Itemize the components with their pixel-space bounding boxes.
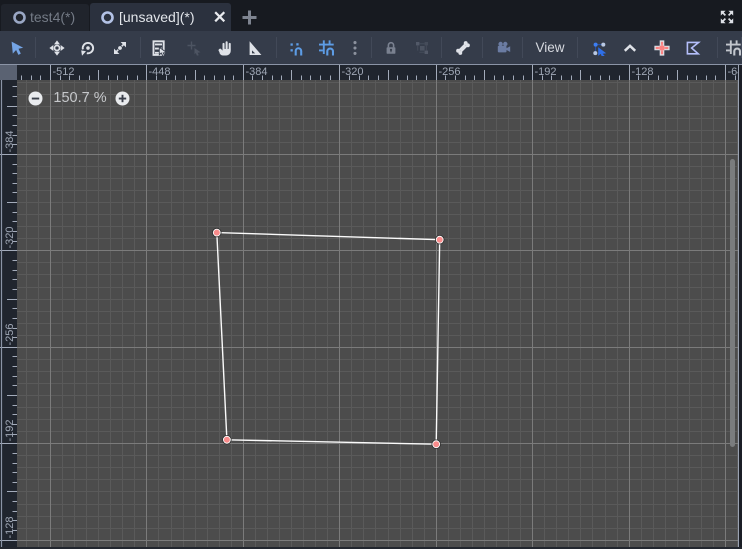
svg-text:-320: -320 <box>4 226 16 248</box>
svg-text:-384: -384 <box>246 66 268 78</box>
svg-text:-384: -384 <box>4 130 16 152</box>
svg-text:-512: -512 <box>53 66 75 78</box>
svg-text:-192: -192 <box>4 419 16 441</box>
svg-text:-192: -192 <box>535 66 557 78</box>
svg-text:-256: -256 <box>4 323 16 345</box>
svg-text:-320: -320 <box>342 66 364 78</box>
svg-text:-256: -256 <box>439 66 461 78</box>
svg-text:-128: -128 <box>4 516 16 538</box>
svg-text:-128: -128 <box>632 66 654 78</box>
svg-text:-448: -448 <box>149 66 171 78</box>
